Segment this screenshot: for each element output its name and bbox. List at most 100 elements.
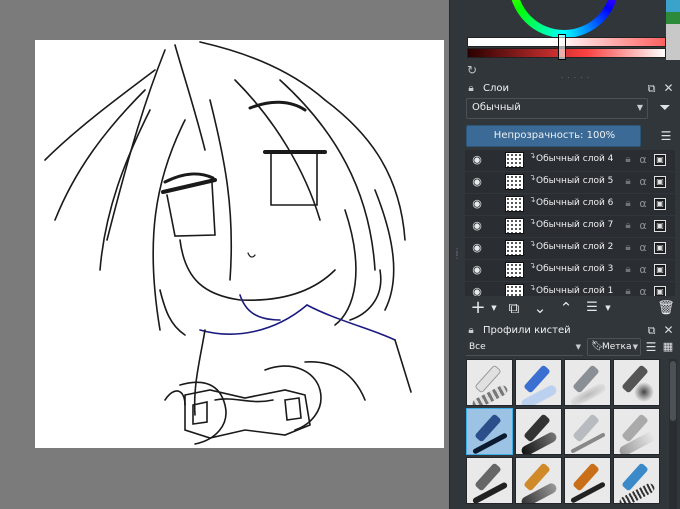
refresh-icon[interactable]: ↻ (465, 63, 479, 77)
layer-row[interactable]: ◉ ↴ Обычный слой 3 🔒︎ α ▣ (465, 260, 675, 282)
alpha-icon[interactable]: α (637, 153, 649, 167)
close-panel-icon[interactable]: ✕ (662, 324, 675, 337)
layer-type-icon: ↴ (529, 261, 536, 270)
eye-icon[interactable]: ◉ (470, 263, 484, 277)
layer-type-icon: ↴ (529, 151, 536, 160)
alpha-icon[interactable]: α (637, 241, 649, 255)
layer-thumbnail (505, 284, 524, 296)
trash-icon[interactable]: 🗑︎ (655, 297, 677, 319)
lock-icon[interactable]: 🔒︎ (622, 263, 634, 277)
alpha-icon[interactable]: α (637, 263, 649, 277)
float-panel-icon[interactable]: ⧉ (645, 324, 658, 337)
inherit-alpha-icon[interactable]: ▣ (654, 264, 666, 276)
brush-grid-scrollbar[interactable] (669, 359, 677, 509)
brush-preset-tile[interactable] (613, 457, 660, 504)
alpha-icon[interactable]: α (637, 219, 649, 233)
inherit-alpha-icon[interactable]: ▣ (654, 286, 666, 296)
inherit-alpha-icon[interactable]: ▣ (654, 220, 666, 232)
move-layer-down-icon[interactable]: ⌄ (529, 297, 551, 319)
brush-preset-tile[interactable] (466, 359, 513, 406)
blend-mode-select[interactable]: Обычный ▼ (466, 98, 648, 119)
brush-preset-tile[interactable] (515, 408, 562, 455)
duplicate-icon[interactable]: ⧉ (503, 297, 525, 319)
lock-icon[interactable]: 🔒︎ (622, 285, 634, 296)
layer-thumbnail (505, 262, 524, 278)
layer-name: Обычный слой 7 (536, 220, 614, 230)
hue-ring[interactable] (509, 0, 619, 38)
inherit-alpha-icon[interactable]: ▣ (654, 154, 666, 166)
lock-icon[interactable]: 🔒︎ (622, 219, 634, 233)
color-picker-handle[interactable] (558, 34, 566, 60)
layer-options-menu-icon[interactable]: ☰ (658, 128, 674, 144)
sliders-icon[interactable]: ☰ (581, 297, 603, 319)
eye-icon[interactable]: ◉ (470, 285, 484, 296)
eye-icon[interactable]: ◉ (470, 197, 484, 211)
lock-icon[interactable]: 🔒︎ (622, 241, 634, 255)
brush-preset-tile[interactable] (564, 408, 611, 455)
recent-colors-strip[interactable] (666, 0, 680, 60)
layers-panel-header: 🔒︎ Слои ⧉ ✕ (461, 80, 680, 98)
line-art-drawing (44, 41, 412, 445)
right-dock: ↻ · · · · · 🔒︎ Слои ⧉ ✕ Обычный ▼ ⏷ Непр… (461, 0, 680, 509)
canvas-area[interactable] (0, 0, 449, 509)
scrollbar-thumb[interactable] (670, 361, 676, 421)
chevron-down-icon[interactable]: ▼ (603, 297, 613, 319)
saturation-strip[interactable] (467, 37, 666, 47)
brush-preset-tile-selected[interactable] (466, 408, 513, 455)
filter-icon[interactable]: ⏷ (654, 98, 676, 119)
alpha-icon[interactable]: α (637, 175, 649, 189)
splitter-grip-icon: ⋮ ⋮ (453, 247, 461, 260)
brush-preset-tile[interactable] (564, 359, 611, 406)
inherit-alpha-icon[interactable]: ▣ (654, 242, 666, 254)
grid-view-icon[interactable]: ▦ (661, 340, 675, 354)
layer-row[interactable]: ◉ ↴ Обычный слой 2 🔒︎ α ▣ (465, 238, 675, 260)
brush-preset-tile[interactable] (613, 359, 660, 406)
chevron-down-icon[interactable]: ▼ (489, 297, 499, 319)
dock-splitter[interactable]: ⋮ ⋮ (449, 0, 461, 509)
layer-toolbar: + ▼ ⧉ ⌄ ⌃ ☰ ▼ 🗑︎ (461, 296, 680, 320)
layer-thumbnail (505, 240, 524, 256)
brush-preset-tile[interactable] (515, 359, 562, 406)
layer-type-icon: ↴ (529, 195, 536, 204)
layer-row[interactable]: ◉ ↴ Обычный слой 5 🔒︎ α ▣ (465, 172, 675, 194)
brush-preset-grid[interactable] (466, 359, 666, 509)
brush-tag-value: Все (469, 342, 486, 352)
brush-preset-tile[interactable] (515, 457, 562, 504)
lock-panel-icon[interactable]: 🔒︎ (465, 324, 477, 338)
layer-list[interactable]: ◉ ↴ Обычный слой 4 🔒︎ α ▣ ◉ ↴ Обычный сл… (465, 150, 675, 296)
layer-thumbnail (505, 218, 524, 234)
brush-preset-tile[interactable] (466, 457, 513, 504)
layer-name: Обычный слой 4 (536, 154, 614, 164)
layer-thumbnail (505, 196, 524, 212)
lock-icon[interactable]: 🔒︎ (622, 175, 634, 189)
inherit-alpha-icon[interactable]: ▣ (654, 198, 666, 210)
close-panel-icon[interactable]: ✕ (662, 82, 675, 95)
layer-name: Обычный слой 2 (536, 242, 614, 252)
alpha-icon[interactable]: α (637, 285, 649, 296)
layer-row[interactable]: ◉ ↴ Обычный слой 6 🔒︎ α ▣ (465, 194, 675, 216)
lock-icon[interactable]: 🔒︎ (622, 153, 634, 167)
lock-panel-icon[interactable]: 🔒︎ (465, 82, 477, 96)
drawing-canvas[interactable] (35, 40, 444, 448)
layer-row[interactable]: ◉ ↴ Обычный слой 1 🔒︎ α ▣ (465, 282, 675, 296)
brush-preset-tile[interactable] (613, 408, 660, 455)
lock-icon[interactable]: 🔒︎ (622, 197, 634, 211)
brush-preset-tile[interactable] (564, 457, 611, 504)
eye-icon[interactable]: ◉ (470, 219, 484, 233)
eye-icon[interactable]: ◉ (470, 153, 484, 167)
float-panel-icon[interactable]: ⧉ (645, 82, 658, 95)
eye-icon[interactable]: ◉ (470, 175, 484, 189)
opacity-slider[interactable]: Непрозрачность: 100% (466, 125, 641, 147)
brush-tag-select[interactable]: Все ▼ (466, 340, 583, 356)
tag-button[interactable]: 🔖︎ Метка ▼ (587, 338, 641, 356)
layer-row[interactable]: ◉ ↴ Обычный слой 4 🔒︎ α ▣ (465, 150, 675, 172)
value-strip[interactable] (467, 48, 666, 58)
brush-options-menu-icon[interactable]: ☰ (644, 340, 658, 354)
plus-icon[interactable]: + (467, 297, 489, 319)
layer-row[interactable]: ◉ ↴ Обычный слой 7 🔒︎ α ▣ (465, 216, 675, 238)
chevron-down-icon: ▼ (636, 103, 643, 112)
alpha-icon[interactable]: α (637, 197, 649, 211)
eye-icon[interactable]: ◉ (470, 241, 484, 255)
inherit-alpha-icon[interactable]: ▣ (654, 176, 666, 188)
move-layer-up-icon[interactable]: ⌃ (555, 297, 577, 319)
